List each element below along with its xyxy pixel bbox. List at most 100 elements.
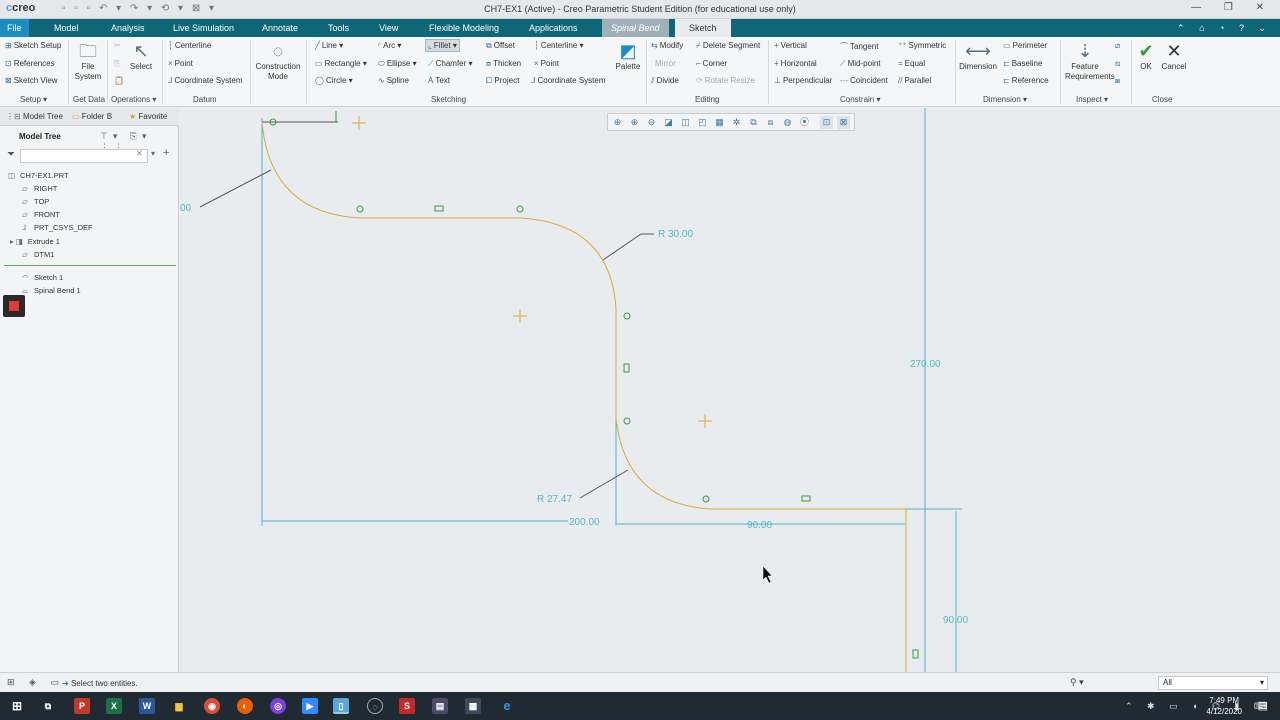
thicken-button[interactable]: ⧈ Thicken (486, 59, 521, 69)
perimeter-button[interactable]: ▭ Perimeter (1003, 41, 1047, 50)
search-dropdown-icon[interactable]: ▾ (151, 149, 155, 158)
sketch-view-button[interactable]: ⊠ Sketch View (5, 76, 58, 85)
tab-view[interactable]: View (379, 19, 398, 37)
tab-analysis[interactable]: Analysis (111, 19, 145, 37)
sketch-graphics[interactable]: 00 R 30.00 R 27.47 200.00 90.00 270.00 9… (180, 108, 1280, 672)
view-manager-icon[interactable]: ▦ (713, 116, 726, 129)
system-tray-icons[interactable]: ⌃ ✱ ▭ ◖ ⌬ ▮ ⌨ (1125, 701, 1273, 712)
arc-button[interactable]: ◜ Arc ▾ (378, 41, 401, 50)
model-tree-search-input[interactable] (20, 149, 148, 163)
sketch-view-icon[interactable]: ⧉ (747, 116, 760, 129)
tree-item-front-plane[interactable]: ▱ FRONT (22, 210, 60, 219)
filter-icon[interactable]: ⏷ (7, 149, 15, 160)
expand-arrow-icon[interactable]: ▸ (10, 237, 14, 246)
app-icon[interactable]: ▤ (432, 698, 448, 714)
task-view-icon[interactable]: ⧉ (40, 698, 56, 714)
excel-icon[interactable]: X (106, 698, 122, 714)
horizontal-constraint-button[interactable]: + Horizontal (774, 59, 817, 68)
display-style-icon[interactable]: ◫ (679, 116, 692, 129)
word-icon[interactable]: W (139, 698, 155, 714)
project-button[interactable]: ⧠ Project (486, 76, 519, 86)
group-constrain[interactable]: Constrain ▾ (840, 95, 881, 104)
inspect-tool-3-icon[interactable]: ⧆ (1115, 76, 1122, 86)
tree-item-part[interactable]: ◫ CH7-EX1.PRT (8, 171, 69, 180)
tree-item-right-plane[interactable]: ▱ RIGHT (22, 184, 57, 193)
modify-button[interactable]: ⇆ Modify (651, 41, 683, 50)
palette-button[interactable]: ◩ Palette (613, 40, 643, 72)
chamfer-button[interactable]: ⟋ Chamfer ▾ (428, 59, 473, 69)
tab-flexible-modeling[interactable]: Flexible Modeling (429, 19, 499, 37)
vertical-constraint-button[interactable]: + Vertical (774, 41, 807, 50)
obs-icon[interactable]: ◎ (270, 698, 286, 714)
menu-right-controls[interactable]: ⌃ ⌂ ◔ ? ⌄ (1177, 19, 1272, 37)
circle-button[interactable]: ◯ Circle ▾ (315, 76, 353, 85)
zoom-icon[interactable]: ▶ (302, 698, 318, 714)
stop-recording-button[interactable] (3, 295, 25, 317)
tangent-constraint-button[interactable]: ⌒ Tangent (840, 41, 878, 52)
firefox-icon[interactable]: ◐ (237, 698, 253, 714)
tree-item-extrude[interactable]: ▸ ◨ Extrude 1 (10, 237, 60, 246)
taskbar-clock[interactable]: 7:49 PM 4/12/2020 (1206, 695, 1242, 717)
add-filter-icon[interactable]: + (163, 147, 169, 159)
corner-button[interactable]: ⌐ Corner (696, 59, 727, 68)
rotate-resize-button[interactable]: ⟳ Rotate Resize (696, 76, 755, 85)
feature-requirements-button[interactable]: ⇣ Feature Requirements (1065, 40, 1115, 82)
tree-item-top-plane[interactable]: ▱ TOP (22, 197, 49, 206)
find-icon[interactable]: ⚲ ▾ (1070, 677, 1084, 688)
parallel-constraint-button[interactable]: //Parallel (898, 76, 931, 85)
tab-favorites[interactable]: ★ Favorite (129, 112, 167, 121)
references-button[interactable]: ⊡ References (5, 59, 55, 68)
selection-filter-select[interactable]: All ▾ (1158, 676, 1268, 690)
group-inspect[interactable]: Inspect ▾ (1076, 95, 1108, 104)
symmetric-constraint-button[interactable]: ⁺⁺ Symmetric (898, 41, 946, 50)
dimension-button[interactable]: ⟷ Dimension (958, 40, 998, 72)
fillet-button[interactable]: ⌞ Fillet ▾ (425, 39, 460, 52)
offset-button[interactable]: ⧉ Offset (486, 41, 515, 51)
tab-annotate[interactable]: Annotate (262, 19, 298, 37)
sketching-point-button[interactable]: × Point (534, 59, 559, 68)
window-controls[interactable]: — ❐ ✕ (1191, 2, 1274, 13)
tab-model[interactable]: Model (54, 19, 79, 37)
tree-item-csys[interactable]: ⅃ PRT_CSYS_DEF (22, 223, 93, 232)
tab-folder-browser[interactable]: ▭ Folder B (72, 112, 112, 121)
tab-spinal-bend[interactable]: Spinal Bend (602, 19, 669, 37)
ok-button[interactable]: ✔ OK (1136, 40, 1156, 72)
coincident-constraint-button[interactable]: -·- Coincident (840, 76, 888, 85)
datum-coord-system-button[interactable]: ⅃ Coordinate System (168, 76, 243, 85)
tab-applications[interactable]: Applications (529, 19, 578, 37)
inspect-tool-2-icon[interactable]: ⧅ (1115, 59, 1122, 69)
select-button[interactable]: ↖ Select (127, 40, 155, 72)
rectangle-button[interactable]: ▭ Rectangle ▾ (315, 59, 367, 68)
tab-file[interactable]: File (0, 19, 29, 37)
tab-tools[interactable]: Tools (328, 19, 349, 37)
tab-live-simulation[interactable]: Live Simulation (173, 19, 234, 37)
sketcher-display-icon[interactable]: ⊡ (820, 116, 833, 129)
constraint-display-icon[interactable]: ⊠ (837, 116, 850, 129)
powerpoint-icon[interactable]: P (74, 698, 90, 714)
repaint-icon[interactable]: ◪ (662, 116, 675, 129)
zoom-in-icon[interactable]: ⊕ (628, 116, 641, 129)
solidworks-icon[interactable]: S (399, 698, 415, 714)
file-system-button[interactable]: 🗀 File System (72, 40, 104, 82)
group-operations[interactable]: Operations ▾ (111, 95, 156, 104)
datum-display-icon[interactable]: ⧈ (764, 116, 777, 129)
status-toggle-icons[interactable]: ⊞ ◈ ▭ (7, 677, 65, 688)
mirror-button[interactable]: ⫶ Mirror (651, 59, 676, 69)
creo-app-icon[interactable]: ▯ (333, 698, 349, 714)
file-explorer-icon[interactable]: ▆ (171, 698, 187, 714)
baseline-button[interactable]: ⊏ Baseline (1003, 59, 1042, 68)
chrome-icon[interactable]: ◉ (204, 698, 220, 714)
edge-icon[interactable]: e (499, 698, 515, 714)
notifications-icon[interactable]: ▤ (1258, 699, 1268, 712)
group-setup[interactable]: Setup ▾ (20, 95, 47, 104)
delete-segment-button[interactable]: ⌿ Delete Segment (696, 41, 760, 51)
cancel-button[interactable]: ✕ Cancel (1160, 40, 1188, 72)
datum-centerline-button[interactable]: ┆ Centerline (168, 41, 211, 50)
spin-center-icon[interactable]: ◍ (781, 116, 794, 129)
annotation-display-icon[interactable]: ⦿ (798, 116, 811, 129)
sketching-centerline-button[interactable]: ┆ Centerline ▾ (534, 41, 584, 50)
perpendicular-constraint-button[interactable]: ⊥ Perpendicular (774, 76, 832, 85)
line-button[interactable]: ╱ Line ▾ (315, 41, 343, 50)
tree-item-spinal-bend[interactable]: ⌓ Spinal Bend 1 (22, 286, 81, 296)
refit-icon[interactable]: ⊕ (611, 116, 624, 129)
